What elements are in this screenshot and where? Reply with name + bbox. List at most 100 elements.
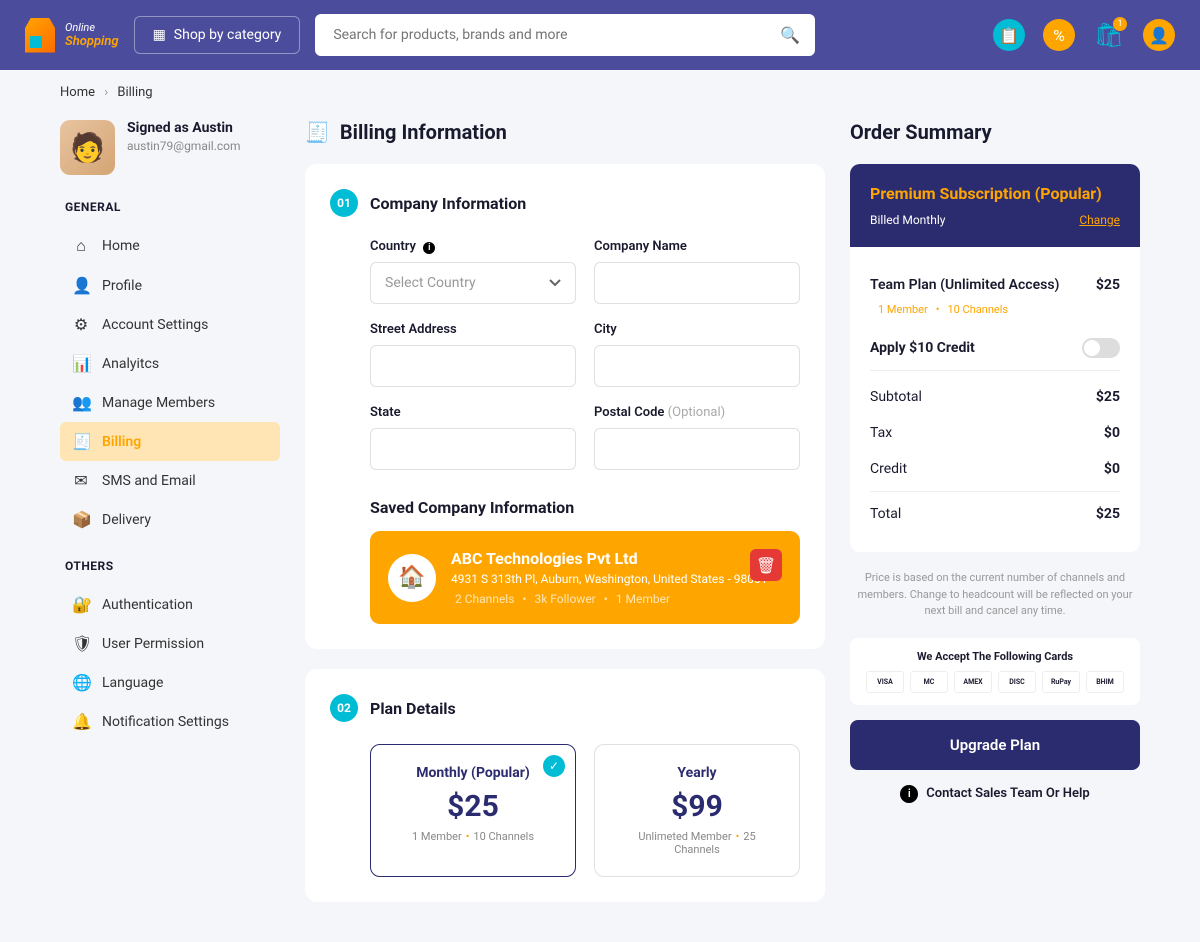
plan-details-title: Plan Details — [370, 699, 456, 718]
chevron-right-icon: › — [104, 85, 108, 100]
sidebar-item-account-settings[interactable]: ⚙Account Settings — [60, 305, 280, 344]
card-logo: BHIM — [1086, 671, 1124, 693]
street-input[interactable] — [370, 345, 576, 387]
nav-icon: 🛡 — [72, 634, 90, 653]
sidebar-item-profile[interactable]: 👤Profile — [60, 266, 280, 305]
user-name: Signed as Austin — [127, 120, 241, 136]
step-01-badge: 01 — [330, 189, 358, 217]
logo-text-1: Online — [65, 21, 119, 34]
nav-group-title: GENERAL — [60, 200, 280, 214]
order-summary: Order Summary Premium Subscription (Popu… — [850, 120, 1140, 922]
contact-sales-link[interactable]: i Contact Sales Team Or Help — [850, 785, 1140, 803]
sidebar: 🧑 Signed as Austin austin79@gmail.com GE… — [60, 120, 280, 922]
card-logo: VISA — [866, 671, 904, 693]
sidebar-item-authentication[interactable]: 🔐Authentication — [60, 585, 280, 624]
nav-label: Language — [102, 675, 163, 691]
sidebar-item-manage-members[interactable]: 👥 Manage Members — [60, 383, 280, 422]
user-avatar-icon[interactable]: 👤 — [1143, 19, 1175, 51]
breadcrumb-current: Billing — [117, 85, 152, 100]
plan-card-monthly[interactable]: ✓Monthly (Popular)$251 Member•10 Channel… — [370, 744, 576, 877]
team-plan-details: 1 Member•10 Channels — [870, 303, 1120, 326]
category-btn-label: Shop by category — [174, 27, 282, 43]
check-icon: ✓ — [543, 755, 565, 777]
sidebar-item-home[interactable]: ⌂Home — [60, 226, 280, 266]
team-plan-price: $25 — [1096, 277, 1120, 293]
nav-label: Billing — [102, 434, 141, 450]
nav-icon: 🧾 — [72, 432, 90, 451]
saved-company-name: ABC Technologies Pvt Ltd — [451, 549, 767, 568]
fine-print: Price is based on the current number of … — [850, 570, 1140, 620]
summary-title: Order Summary — [850, 120, 1140, 144]
nav-group-title: OTHERS — [60, 559, 280, 573]
user-card: 🧑 Signed as Austin austin79@gmail.com — [60, 120, 280, 175]
deals-icon[interactable]: % — [1043, 19, 1075, 51]
nav-icon: ⚙ — [72, 315, 90, 334]
country-label: Country i — [370, 239, 576, 254]
card-logo: AMEX — [954, 671, 992, 693]
nav-label: SMS and Email — [102, 473, 196, 489]
summary-plan-name: Premium Subscription (Popular) — [870, 184, 1120, 203]
nav-label: Home — [102, 238, 140, 254]
plan-card-yearly[interactable]: Yearly $99 Unlimeted Member•25 Channels — [594, 744, 800, 877]
top-bar: Online Shopping ▦ Shop by category 🔍 📋 %… — [0, 0, 1200, 70]
plan-detail: Unlimeted Member•25 Channels — [615, 830, 779, 856]
upgrade-plan-button[interactable]: Upgrade Plan — [850, 720, 1140, 770]
summary-body: Team Plan (Unlimited Access) $25 1 Membe… — [850, 247, 1140, 552]
credit-toggle[interactable] — [1082, 338, 1120, 358]
invoice-icon: 🧾 — [305, 120, 330, 144]
card-logo: MC — [910, 671, 948, 693]
plan-price: $25 — [391, 789, 555, 824]
state-input[interactable] — [370, 428, 576, 470]
clipboard-icon[interactable]: 📋 — [993, 19, 1025, 51]
total-value: $25 — [1096, 506, 1120, 522]
grid-icon: ▦ — [153, 27, 166, 43]
nav-icon: ✉ — [72, 471, 90, 490]
logo[interactable]: Online Shopping — [25, 18, 119, 53]
plan-price: $99 — [615, 789, 779, 824]
postal-label: Postal Code (Optional) — [594, 405, 800, 420]
sidebar-item-analyitcs[interactable]: 📊Analyitcs — [60, 344, 280, 383]
nav-label: Authentication — [102, 597, 193, 613]
saved-company-stats: 2 Channels•3k Follower•1 Member — [451, 592, 767, 606]
shopping-bag-icon — [25, 18, 55, 53]
search-icon[interactable]: 🔍 — [780, 26, 800, 45]
nav-icon: 👥 — [72, 393, 90, 412]
breadcrumb-home[interactable]: Home — [60, 85, 95, 100]
info-icon[interactable]: i — [423, 242, 435, 254]
nav-label: Profile — [102, 278, 142, 294]
sidebar-item-billing[interactable]: 🧾 Billing — [60, 422, 280, 461]
house-icon: 🏠 — [388, 554, 436, 602]
change-link[interactable]: Change — [1079, 213, 1120, 227]
avatar[interactable]: 🧑 — [60, 120, 115, 175]
saved-company-card[interactable]: 🏠 ABC Technologies Pvt Ltd 4931 S 313th … — [370, 531, 800, 624]
nav-label: Delivery — [102, 512, 151, 528]
sidebar-item-notification-settings[interactable]: 🔔Notification Settings — [60, 702, 280, 741]
delete-button[interactable]: 🗑 — [750, 549, 782, 581]
nav-label: User Permission — [102, 636, 204, 652]
sidebar-item-language[interactable]: 🌐Language — [60, 663, 280, 702]
sidebar-item-delivery[interactable]: 📦Delivery — [60, 500, 280, 539]
cart-icon[interactable]: 🛍1 — [1093, 19, 1125, 51]
card-logo: RuPay — [1042, 671, 1080, 693]
credit-label: Credit — [870, 461, 907, 477]
nav-icon: 🔔 — [72, 712, 90, 731]
sidebar-item-sms-and-email[interactable]: ✉ SMS and Email — [60, 461, 280, 500]
shop-by-category-button[interactable]: ▦ Shop by category — [134, 16, 301, 54]
nav-label: Manage Members — [102, 395, 215, 411]
postal-input[interactable] — [594, 428, 800, 470]
city-input[interactable] — [594, 345, 800, 387]
street-label: Street Address — [370, 322, 576, 337]
sidebar-item-user-permission[interactable]: 🛡 User Permission — [60, 624, 280, 663]
info-icon: i — [900, 785, 918, 803]
company-info-title: Company Information — [370, 194, 526, 213]
city-label: City — [594, 322, 800, 337]
page-title-text: Billing Information — [340, 120, 507, 144]
accepted-cards: We Accept The Following Cards VISAMCAMEX… — [850, 638, 1140, 705]
search-input[interactable] — [315, 14, 815, 56]
nav-label: Analyitcs — [102, 356, 159, 372]
country-select[interactable]: Select Country — [370, 262, 576, 304]
company-name-input[interactable] — [594, 262, 800, 304]
plan-name: Yearly — [615, 765, 779, 781]
company-info-card: 01 Company Information Country i Select … — [305, 164, 825, 649]
main-content: 🧾 Billing Information 01 Company Informa… — [305, 120, 825, 922]
